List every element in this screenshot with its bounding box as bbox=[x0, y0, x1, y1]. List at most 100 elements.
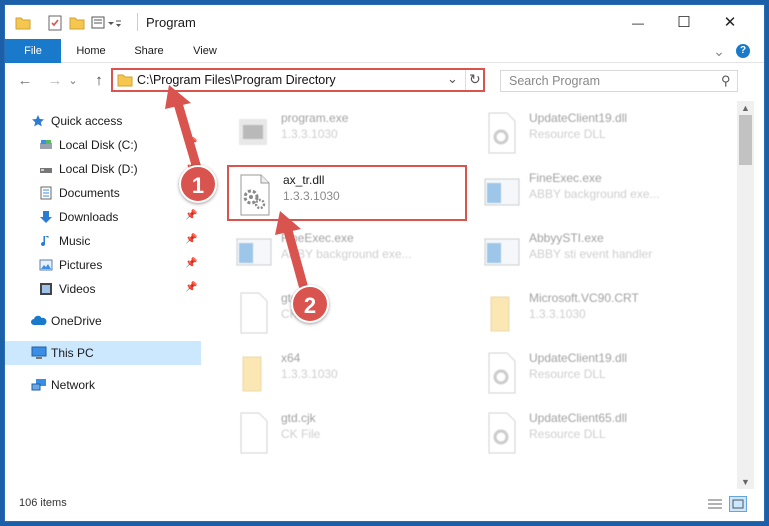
blank-file-icon bbox=[233, 411, 273, 455]
app-window-icon bbox=[233, 231, 273, 275]
navigation-pane: Quick access Local Disk (C:) 📌 Local Dis… bbox=[5, 101, 201, 489]
scroll-down-icon[interactable]: ▼ bbox=[737, 475, 754, 489]
file-item-ax-tr-dll[interactable]: ax_tr.dll 1.3.3.1030 bbox=[227, 165, 467, 221]
sidebar-item-label: Documents bbox=[59, 186, 120, 200]
address-dropdown-icon[interactable]: ⌄ bbox=[447, 71, 458, 87]
back-button[interactable]: ← bbox=[15, 71, 35, 91]
file-item[interactable]: program.exe 1.3.3.1030 bbox=[227, 105, 467, 161]
dll-icon bbox=[481, 351, 521, 395]
dll-icon bbox=[481, 411, 521, 455]
details-view-icon[interactable] bbox=[707, 497, 723, 514]
tab-home[interactable]: Home bbox=[65, 39, 117, 63]
close-button[interactable]: ✕ bbox=[707, 9, 753, 37]
sidebar-item-label: Music bbox=[59, 234, 91, 248]
recent-locations-button[interactable]: ⌄ bbox=[67, 71, 79, 91]
star-icon bbox=[31, 114, 45, 128]
properties-icon[interactable] bbox=[47, 15, 63, 31]
tab-share[interactable]: Share bbox=[123, 39, 175, 63]
sidebar-item-label: Network bbox=[51, 378, 96, 392]
item-count: 106 items bbox=[19, 497, 67, 509]
search-box[interactable]: Search Program ⚲ bbox=[500, 70, 738, 92]
customize-toolbar-icon[interactable] bbox=[91, 15, 121, 31]
scroll-up-icon[interactable]: ▲ bbox=[737, 101, 754, 115]
sidebar-item-local-disk-c[interactable]: Local Disk (C:) 📌 bbox=[5, 133, 201, 157]
file-name: program.exe bbox=[281, 111, 349, 125]
navigation-bar: ← → ⌄ ↑ C:\Program Files\Program Directo… bbox=[5, 63, 764, 99]
file-detail: CK File bbox=[281, 427, 321, 441]
window-title: Program bbox=[146, 15, 196, 30]
file-detail: ABBY background exe... bbox=[529, 187, 660, 201]
tab-view[interactable]: View bbox=[179, 39, 231, 63]
drive-icon bbox=[39, 162, 53, 176]
videos-icon bbox=[39, 282, 53, 296]
sidebar-item-local-disk-d[interactable]: Local Disk (D:) 📌 bbox=[5, 157, 201, 181]
refresh-icon[interactable]: ↻ bbox=[469, 71, 481, 88]
cloud-icon bbox=[31, 314, 47, 328]
sidebar-item-this-pc[interactable]: This PC bbox=[5, 341, 201, 365]
sidebar-item-label: Downloads bbox=[59, 210, 119, 224]
maximize-button[interactable]: ☐ bbox=[661, 9, 707, 37]
new-folder-icon[interactable] bbox=[69, 15, 85, 31]
sidebar-item-videos[interactable]: Videos 📌 bbox=[5, 277, 201, 301]
sidebar-item-quick-access[interactable]: Quick access bbox=[5, 109, 201, 133]
search-icon: ⚲ bbox=[721, 73, 731, 88]
minimize-button[interactable]: — bbox=[615, 9, 661, 37]
file-item[interactable]: gtd CK bbox=[227, 285, 467, 341]
file-item[interactable]: AbbyySTI.exe ABBY sti event handler bbox=[475, 225, 715, 281]
pin-icon: 📌 bbox=[185, 258, 198, 269]
file-item[interactable]: FineExec.exe ABBY background exe... bbox=[475, 165, 715, 221]
tab-file[interactable]: File bbox=[5, 39, 61, 63]
vertical-scrollbar[interactable]: ▲ ▼ bbox=[737, 101, 754, 489]
title-separator bbox=[137, 13, 138, 31]
folder-icon bbox=[481, 291, 521, 335]
file-detail: ABBY sti event handler bbox=[529, 247, 653, 261]
file-item[interactable]: UpdateClient19.dll Resource DLL bbox=[475, 105, 715, 161]
folder-icon bbox=[117, 72, 133, 91]
file-detail: 1.3.3.1030 bbox=[281, 127, 338, 141]
address-path: C:\Program Files\Program Directory bbox=[137, 73, 336, 87]
file-name: ax_tr.dll bbox=[283, 173, 325, 187]
ribbon-expand-icon[interactable]: ⌄ bbox=[711, 39, 727, 63]
file-detail: ABBY background exe... bbox=[281, 247, 412, 261]
forward-button[interactable]: → bbox=[45, 71, 65, 91]
sidebar-item-label: This PC bbox=[51, 346, 94, 360]
explorer-window: Program — ☐ ✕ File Home Share View ⌄ ? ←… bbox=[4, 4, 765, 522]
file-name: FineExec.exe bbox=[281, 231, 354, 245]
tiles-view-icon[interactable] bbox=[729, 496, 747, 512]
sidebar-item-label: Pictures bbox=[59, 258, 103, 272]
help-icon[interactable]: ? bbox=[736, 44, 750, 58]
blank-file-icon bbox=[233, 291, 273, 335]
file-name: AbbyySTI.exe bbox=[529, 231, 604, 245]
sidebar-item-documents[interactable]: Documents 📌 bbox=[5, 181, 201, 205]
sidebar-item-label: Quick access bbox=[51, 114, 123, 128]
folder-icon bbox=[15, 15, 31, 31]
sidebar-item-label: Local Disk (D:) bbox=[59, 162, 138, 176]
file-name: UpdateClient19.dll bbox=[529, 351, 628, 365]
file-name: FineExec.exe bbox=[529, 171, 602, 185]
address-bar[interactable]: C:\Program Files\Program Directory ⌄ ↻ bbox=[111, 68, 485, 92]
file-item[interactable]: Microsoft.VC90.CRT 1.3.3.1030 bbox=[475, 285, 715, 341]
scrollbar-thumb[interactable] bbox=[739, 115, 752, 165]
file-detail: Resource DLL bbox=[529, 127, 606, 141]
file-item[interactable]: gtd.cjk CK File bbox=[227, 405, 467, 461]
app-window-icon bbox=[481, 231, 521, 275]
app-window-icon bbox=[481, 171, 521, 215]
pin-icon: 📌 bbox=[185, 138, 198, 149]
file-item[interactable]: FineExec.exe ABBY background exe... bbox=[227, 225, 467, 281]
network-icon bbox=[31, 378, 46, 392]
sidebar-item-pictures[interactable]: Pictures 📌 bbox=[5, 253, 201, 277]
drive-icon bbox=[39, 138, 53, 152]
file-item[interactable]: UpdateClient19.dll Resource DLL bbox=[475, 345, 715, 401]
file-detail: 1.3.3.1030 bbox=[283, 189, 340, 203]
sidebar-item-downloads[interactable]: Downloads 📌 bbox=[5, 205, 201, 229]
sidebar-item-network[interactable]: Network bbox=[5, 373, 201, 397]
sidebar-item-onedrive[interactable]: OneDrive bbox=[5, 309, 201, 333]
pin-icon: 📌 bbox=[185, 282, 198, 293]
up-button[interactable]: ↑ bbox=[89, 71, 109, 91]
file-item[interactable]: x64 1.3.3.1030 bbox=[227, 345, 467, 401]
dll-icon bbox=[481, 111, 521, 155]
sidebar-item-label: Local Disk (C:) bbox=[59, 138, 138, 152]
sidebar-item-music[interactable]: Music 📌 bbox=[5, 229, 201, 253]
file-item[interactable]: UpdateClient65.dll Resource DLL bbox=[475, 405, 715, 461]
file-detail: Resource DLL bbox=[529, 427, 606, 441]
